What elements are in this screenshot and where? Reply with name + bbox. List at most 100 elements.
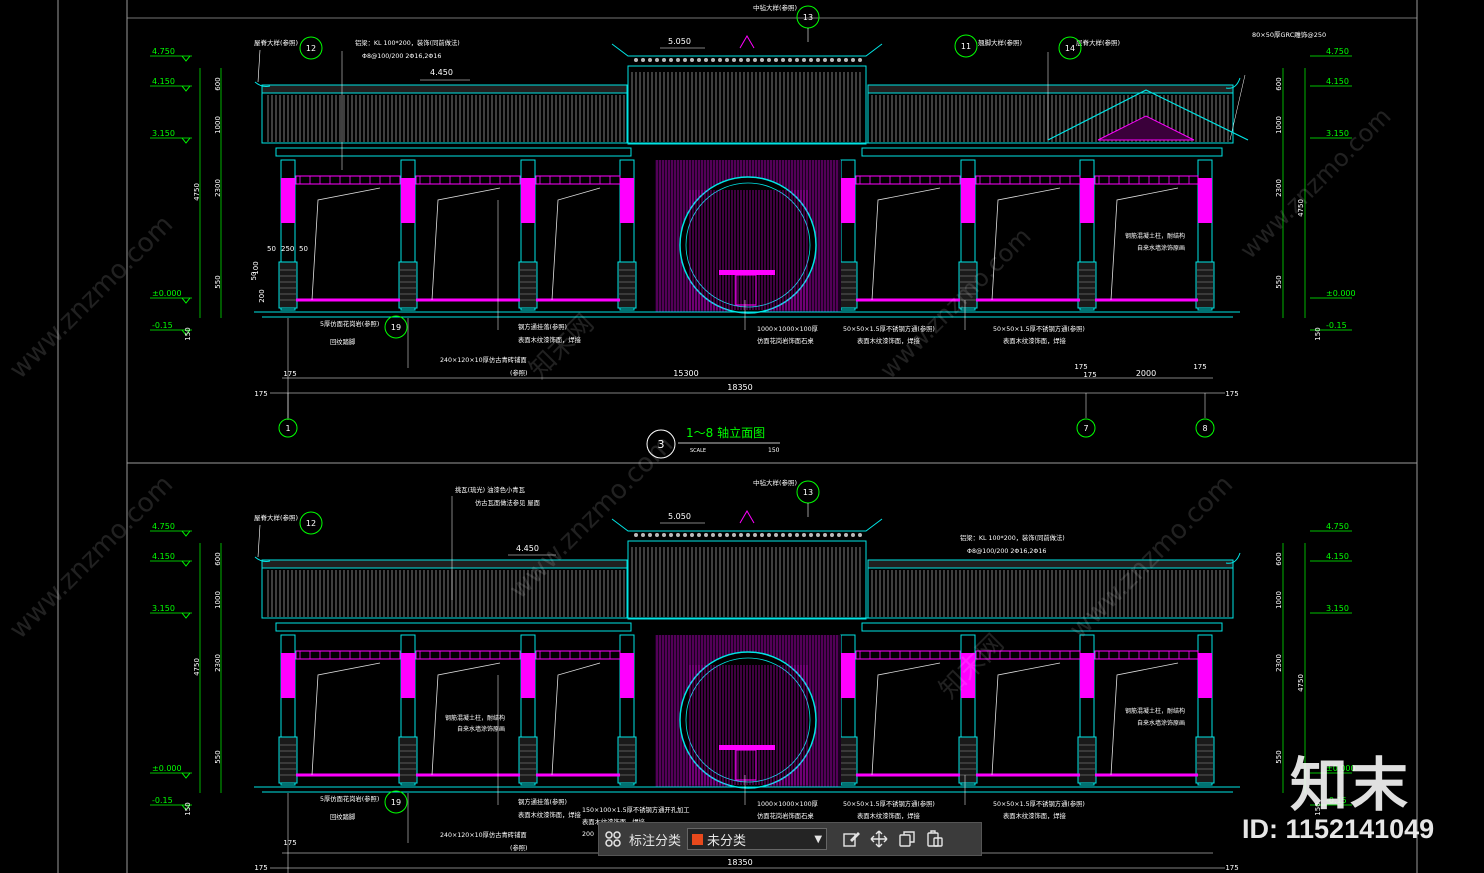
note-steel-2: 50×50×1.5厚不锈钢方通(参照) [993, 799, 1085, 808]
roof-right-eave [867, 559, 1234, 569]
vertical-dim-text: 2300 [214, 654, 222, 672]
lattice-bracket [1094, 650, 1199, 660]
note-steel-2-sub: 表面木纹漆饰面，焊接 [1003, 811, 1067, 820]
callout-number: 14 [1065, 44, 1075, 53]
column-ornament [401, 178, 415, 223]
ridge-ornament [753, 533, 757, 537]
elevation-label-right: 4.750 [1326, 47, 1349, 56]
roof-right-body [867, 567, 1234, 619]
ridge-ornament [837, 533, 841, 537]
dim-175: 175 [283, 839, 296, 847]
vertical-dim-text: 4750 [193, 658, 201, 676]
glass-reflection [991, 662, 1061, 776]
elevation-label-left: ±0.000 [152, 289, 182, 298]
category-select[interactable]: 未分类 ▼ [687, 828, 828, 850]
elevation-label-left: 3.150 [152, 604, 175, 613]
ridge-ornament [837, 58, 841, 62]
elevation-label-right: 4.150 [1326, 77, 1349, 86]
column-ornament [1080, 653, 1094, 698]
note-brick-sub: (参照) [510, 843, 528, 852]
vertical-dim-text: 1000 [214, 591, 222, 609]
ridge-ornament [746, 58, 750, 62]
ridge-ornament [634, 58, 638, 62]
move-icon[interactable] [865, 825, 893, 853]
ridge-ornament [858, 533, 862, 537]
column-ornament [281, 178, 295, 223]
ridge-ornament [634, 533, 638, 537]
elevation-text: 5.050 [668, 37, 691, 46]
small-dim: 50 [299, 245, 308, 253]
ridge-ornament [830, 58, 834, 62]
tile-note: 挑瓦(琉光) 油漆色小青瓦 [455, 485, 526, 494]
elevation-marker [181, 55, 191, 62]
vertical-dim-text: 150 [1314, 327, 1322, 340]
ridge-ornament [704, 58, 708, 62]
column-ornament [521, 178, 535, 223]
note-brick: 240×120×10厚仿古青砖铺面 [440, 355, 527, 364]
paste-icon[interactable] [921, 825, 949, 853]
vertical-dim-text: 600 [1275, 77, 1283, 90]
drawing-title: 1～8 轴立面图 [686, 425, 765, 440]
ridge-ornament [641, 58, 645, 62]
ridge-ornament [676, 58, 680, 62]
moon-gate [679, 651, 817, 789]
ridge-ornament [655, 58, 659, 62]
lattice-bracket [1094, 175, 1199, 185]
column-note: 钢筋混凝土柱，耐结构 [1125, 707, 1185, 715]
copy-icon[interactable] [893, 825, 921, 853]
roof-left-eave [261, 84, 628, 94]
callout-number: 12 [306, 519, 316, 528]
roof-right-eave [867, 84, 1234, 94]
ridge-ornament [781, 58, 785, 62]
beam-right [861, 622, 1223, 632]
ridge-ornament [690, 533, 694, 537]
ridge-ornament [725, 533, 729, 537]
column-ornament [401, 653, 415, 698]
roof-left-callout: 屋脊大样(参照) [254, 513, 298, 522]
dim-15300: 15300 [673, 369, 698, 378]
edit-icon[interactable] [837, 825, 865, 853]
small-dim: 100 [252, 261, 260, 274]
ridge-ornament [809, 533, 813, 537]
ridge-finial [739, 510, 755, 524]
ridge-ornament [648, 58, 652, 62]
lattice-bracket [295, 175, 401, 185]
beam-left [275, 147, 632, 157]
ridge-ornament [774, 58, 778, 62]
column-ornament [281, 653, 295, 698]
dim-175: 175 [283, 370, 296, 378]
column-base [838, 261, 858, 309]
small-dim: 50 [267, 245, 276, 253]
axis-label: 8 [1202, 424, 1207, 433]
category-label: 标注分类 [629, 833, 682, 849]
vertical-dim-text: 1000 [1275, 116, 1283, 134]
column-note: 钢筋混凝土柱，耐结构 [1125, 232, 1185, 240]
elevation-label-left: 4.150 [152, 552, 175, 561]
grid-icon[interactable] [599, 825, 627, 853]
note-steel-2: 50×50×1.5厚不锈钢方通(参照) [993, 324, 1085, 333]
note-brick-sub: (参照) [510, 368, 528, 377]
ridge-ornament [816, 58, 820, 62]
small-dim: 200 [258, 289, 266, 302]
ridge-ornament [711, 533, 715, 537]
elevation-label-left: 4.750 [152, 47, 175, 56]
column-ornament [1080, 178, 1094, 223]
glass-reflection [871, 187, 941, 301]
elevation-text: 4.450 [430, 68, 453, 77]
ridge-ornament [830, 533, 834, 537]
grc-note: 80×50厚GRC雕饰@250 [1252, 30, 1326, 39]
glass-reflection [431, 187, 501, 301]
vertical-dim-text: 1000 [1275, 591, 1283, 609]
ridge-ornament [662, 58, 666, 62]
column-ornament [620, 178, 634, 223]
annotation-toolbar: 标注分类 未分类 ▼ [598, 822, 982, 856]
gable-callout: 层脊大样(参照) [1076, 38, 1120, 47]
watermark-text: 知末网 [524, 309, 600, 385]
ridge-ornament [739, 533, 743, 537]
beam-note-sub: Φ8@100/200 2Φ16,2Φ16 [362, 52, 441, 60]
note-paving-sub: 回纹踏脚 [330, 337, 355, 346]
stone-table-top [719, 270, 775, 275]
cad-drawing-canvas[interactable]: 4.750 4.750 4.150 4.150 3.150 3.150 ±0.000 ±0.0… [0, 0, 1484, 873]
ridge-ornament [641, 533, 645, 537]
elevation-marker [181, 85, 191, 92]
